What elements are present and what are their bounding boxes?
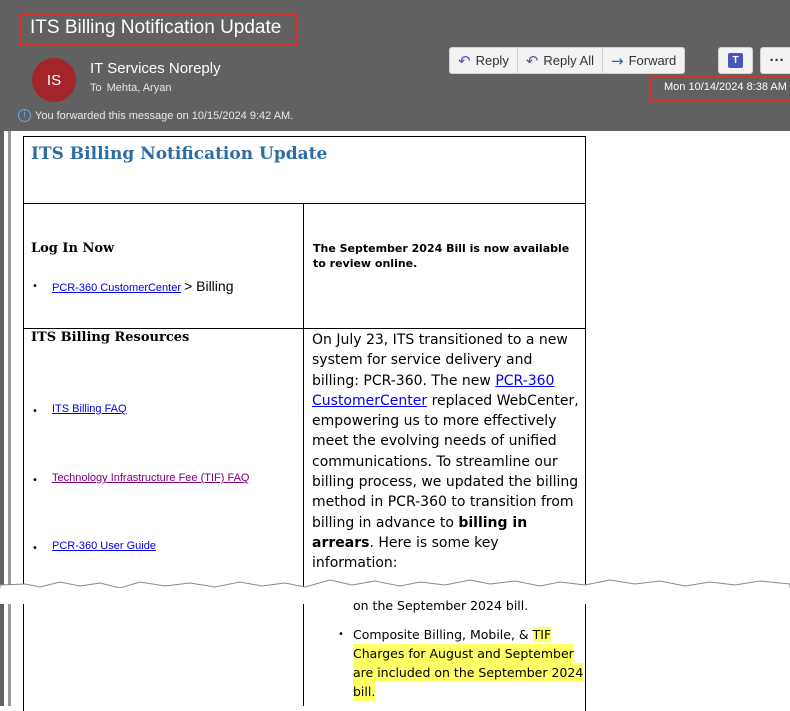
to-label: To	[90, 82, 102, 94]
resource-link-row: PCR-360 User Guide	[52, 540, 156, 552]
recipient-name[interactable]: Mehta, Aryan	[107, 82, 172, 94]
bullet-2-line-4: bill.	[353, 682, 376, 701]
customercenter-link[interactable]: PCR-360 CustomerCenter	[52, 282, 181, 294]
para-text: replaced WebCenter, empowering us to mor…	[312, 392, 579, 531]
bullet: •	[32, 406, 38, 417]
pane-edge	[0, 131, 4, 706]
sender-name[interactable]: IT Services Noreply	[90, 60, 221, 77]
reply-all-icon: ↶	[525, 51, 539, 70]
reply-all-label: Reply All	[543, 53, 594, 68]
billing-suffix: > Billing	[184, 278, 234, 294]
reply-button-group: ↶ Reply ↶ Reply All → Forward	[449, 47, 686, 74]
bullet: •	[32, 475, 38, 486]
bullet: •	[32, 543, 38, 554]
forward-label: Forward	[628, 53, 677, 68]
bullet-2-line-3: are included on the September 2024	[353, 663, 584, 682]
email-subject: ITS Billing Notification Update	[30, 17, 282, 38]
forward-button[interactable]: → Forward	[603, 48, 684, 73]
reply-icon: ↶	[458, 51, 471, 70]
login-link-row: PCR-360 CustomerCenter > Billing	[52, 278, 233, 294]
table-divider	[23, 203, 586, 204]
resource-link-row: ITS Billing FAQ	[52, 403, 127, 415]
more-actions-button[interactable]: ···	[760, 47, 790, 74]
sent-date: Mon 10/14/2024 8:38 AM	[664, 81, 787, 93]
billing-faq-link[interactable]: ITS Billing FAQ	[52, 403, 127, 415]
highlighted-text: TIF	[532, 627, 552, 642]
bill-available-message: The September 2024 Bill is now available…	[313, 242, 570, 270]
forward-info-bar: i You forwarded this message on 10/15/20…	[18, 109, 293, 122]
table-column-divider	[303, 203, 304, 706]
teams-button[interactable]: T	[718, 47, 753, 74]
reply-button[interactable]: ↶ Reply	[450, 48, 518, 73]
tif-faq-link[interactable]: Technology Infrastructure Fee (TIF) FAQ	[52, 472, 249, 484]
login-heading: Log In Now	[31, 241, 115, 256]
user-guide-link[interactable]: PCR-360 User Guide	[52, 540, 156, 552]
teams-icon: T	[728, 53, 743, 68]
reply-all-button[interactable]: ↶ Reply All	[518, 48, 603, 73]
bullet: •	[32, 281, 38, 292]
recipient-line: To Mehta, Aryan	[90, 82, 171, 94]
resource-link-row: Technology Infrastructure Fee (TIF) FAQ	[52, 472, 249, 484]
bullet-2-text: Composite Billing, Mobile, &	[353, 627, 533, 642]
info-icon: i	[18, 109, 31, 122]
reply-label: Reply	[475, 53, 509, 68]
avatar[interactable]: IS	[32, 58, 76, 102]
table-divider	[23, 328, 586, 329]
bullet: •	[338, 629, 344, 640]
resources-heading: ITS Billing Resources	[31, 330, 190, 345]
pane-border	[8, 131, 11, 706]
forward-info-text: You forwarded this message on 10/15/2024…	[35, 109, 294, 122]
bullet-2-line-1: Composite Billing, Mobile, & TIF	[353, 625, 552, 644]
page-title: ITS Billing Notification Update	[31, 144, 328, 164]
bullet-2-line-2: Charges for August and September	[353, 644, 574, 663]
bullet-1-continued: on the September 2024 bill.	[353, 598, 529, 613]
forward-icon: →	[610, 51, 624, 70]
transition-paragraph: On July 23, ITS transitioned to a new sy…	[312, 330, 582, 574]
